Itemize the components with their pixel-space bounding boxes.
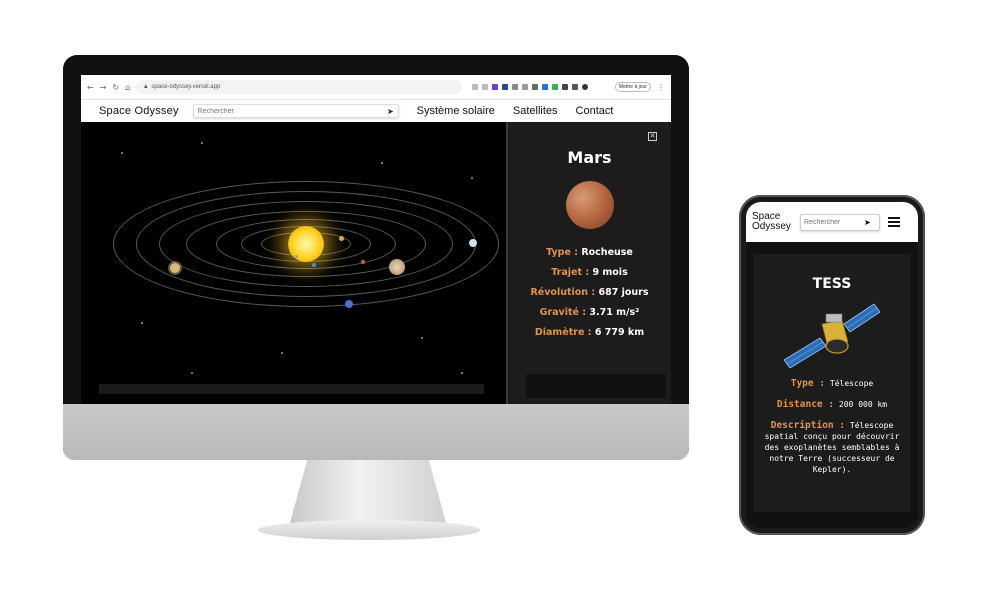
star: [191, 372, 193, 374]
extension-icons: [472, 84, 589, 90]
extension-icon[interactable]: [522, 84, 529, 90]
info-row-distance: Distance : 200 000 km: [776, 399, 888, 410]
extension-icon[interactable]: [492, 84, 499, 90]
rocket-search-icon[interactable]: ➤: [864, 218, 871, 227]
info-row-gravite: Gravité : 3.71 m/s²: [539, 307, 640, 318]
star: [121, 152, 123, 154]
hamburger-icon[interactable]: [888, 215, 900, 229]
satellite-info-card: TESS Type : Télescope Distance : 200 000…: [753, 254, 911, 512]
planet-earth[interactable]: [312, 263, 316, 267]
extension-icon[interactable]: [502, 84, 509, 90]
address-bar[interactable]: 🔒︎ space-odyssey.vercel.app: [136, 80, 463, 94]
extension-icon[interactable]: [552, 84, 559, 90]
mobile-header: Space Odyssey ➤: [746, 202, 918, 242]
close-icon[interactable]: ✕: [648, 132, 657, 141]
info-row-diametre: Diamètre : 6 779 km: [534, 327, 645, 338]
site-logo[interactable]: Space Odyssey: [99, 105, 179, 117]
star: [421, 337, 423, 339]
browser-toolbar: ← → ↻ ⌂ 🔒︎ space-odyssey.vercel.app Mett…: [81, 75, 671, 100]
address-bar-url: space-odyssey.vercel.app: [151, 84, 221, 90]
monitor-stand-base: [258, 520, 480, 540]
info-row-revolution: Révolution : 687 jours: [530, 287, 649, 298]
star: [461, 372, 463, 374]
extension-icon[interactable]: [512, 84, 519, 90]
mobile-site-logo[interactable]: Space Odyssey: [752, 212, 796, 232]
lock-icon: 🔒︎: [144, 83, 148, 90]
main-nav: Système solaire Satellites Contact: [417, 105, 614, 117]
forward-icon[interactable]: →: [100, 83, 107, 92]
monitor-chin: [63, 404, 689, 460]
planet-name: Mars: [567, 148, 612, 167]
info-row-type: Type : Télescope: [790, 378, 874, 389]
more-menu-icon[interactable]: ⋮: [657, 83, 665, 92]
planet-jupiter[interactable]: [389, 259, 405, 275]
planet-uranus[interactable]: [469, 239, 477, 247]
home-icon[interactable]: ⌂: [125, 83, 130, 92]
nav-item-satellites[interactable]: Satellites: [513, 105, 558, 117]
device-mockup-stage: ← → ↻ ⌂ 🔒︎ space-odyssey.vercel.app Mett…: [0, 0, 1000, 600]
mobile-search-input[interactable]: [804, 218, 864, 226]
puzzle-icon[interactable]: [572, 84, 579, 90]
info-row-description: Description : Télescope spatial conçu po…: [764, 420, 900, 474]
planet-venus[interactable]: [339, 236, 344, 241]
search-box: ➤: [192, 104, 399, 118]
site-header: Space Odyssey ➤ Système solaire Satellit…: [81, 100, 671, 122]
panel-footer: [526, 374, 666, 398]
nav-item-solar-system[interactable]: Système solaire: [417, 105, 495, 117]
planet-saturn[interactable]: [170, 263, 180, 273]
info-row-type: Type : Rocheuse: [546, 247, 633, 258]
sun[interactable]: [288, 226, 324, 262]
star: [281, 352, 283, 354]
desktop-monitor: ← → ↻ ⌂ 🔒︎ space-odyssey.vercel.app Mett…: [63, 55, 689, 460]
avatar[interactable]: [582, 84, 589, 90]
satellite-image: [783, 303, 881, 368]
star: [141, 322, 143, 324]
info-row-trajet: Trajet : 9 mois: [551, 267, 628, 278]
planet-mercury[interactable]: [295, 255, 298, 258]
mobile-search-box: ➤: [800, 213, 880, 231]
star: [201, 142, 203, 144]
footer-strip: [99, 384, 484, 394]
extension-icon[interactable]: [542, 84, 549, 90]
extension-icon[interactable]: [532, 84, 539, 90]
desktop-screen: ← → ↻ ⌂ 🔒︎ space-odyssey.vercel.app Mett…: [81, 75, 671, 404]
star-icon[interactable]: [482, 84, 489, 90]
extension-icon[interactable]: [562, 84, 569, 90]
star: [381, 162, 383, 164]
solar-system-view: [81, 122, 506, 404]
mars-image: [565, 181, 614, 229]
nav-item-contact[interactable]: Contact: [576, 105, 614, 117]
planet-info-panel: ✕ Mars Type : Rocheuse Trajet : 9 mois R…: [506, 122, 671, 404]
update-button[interactable]: Mettre à jour: [614, 82, 651, 92]
search-input[interactable]: [197, 107, 387, 115]
planet-neptune[interactable]: [345, 300, 353, 308]
satellite-name: TESS: [812, 276, 852, 292]
share-icon[interactable]: [472, 84, 479, 90]
rocket-search-icon[interactable]: ➤: [387, 107, 394, 116]
reload-icon[interactable]: ↻: [112, 83, 119, 92]
star: [471, 177, 473, 179]
back-icon[interactable]: ←: [87, 83, 94, 92]
mobile-screen: Space Odyssey ➤ TESS: [746, 202, 918, 528]
mobile-phone: Space Odyssey ➤ TESS: [739, 195, 925, 535]
planet-mars[interactable]: [361, 260, 365, 264]
